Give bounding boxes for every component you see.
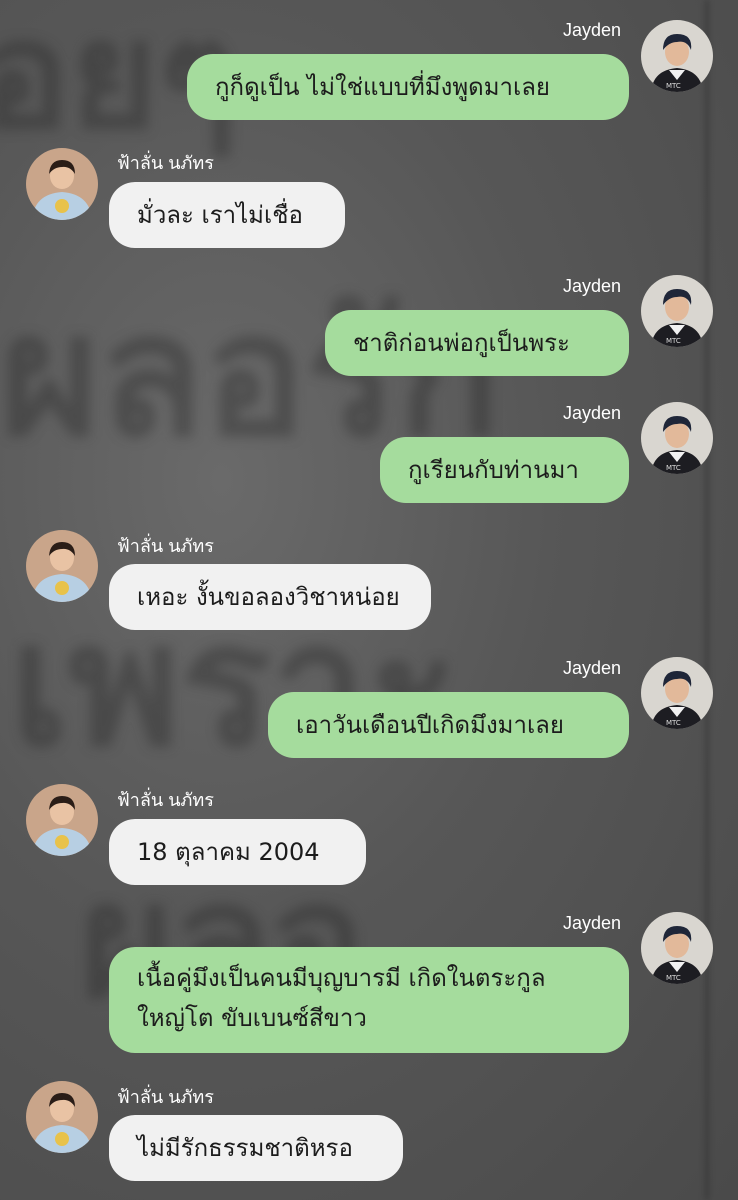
svg-text:MTC: MTC [666,464,681,472]
received-message-bubble[interactable]: มั่วละ เราไม่เชื่อ [109,182,345,248]
jayden-avatar-icon[interactable]: MTC [641,912,713,984]
received-message-bubble[interactable]: 18 ตุลาคม 2004 [109,819,366,885]
sent-message-bubble[interactable]: ชาติก่อนพ่อกูเป็นพระ [325,310,629,376]
sender-name: ฟ้าลั่น นภัทร [117,1087,214,1107]
jayden-avatar-icon[interactable]: MTC [641,402,713,474]
sent-message-bubble[interactable]: กูเรียนกับท่านมา [380,437,629,503]
sender-name: Jayden [562,20,621,40]
sent-message-bubble[interactable]: เอาวันเดือนปีเกิดมึงมาเลย [268,692,629,758]
falan-avatar-icon[interactable] [26,148,98,220]
sender-name: ฟ้าลั่น นภัทร [117,536,214,556]
sent-message-bubble[interactable]: เนื้อคู่มึงเป็นคนมีบุญบารมี เกิดในตระกูล… [109,947,629,1053]
jayden-avatar-icon[interactable]: MTC [641,657,713,729]
falan-avatar-icon[interactable] [26,784,98,856]
jayden-avatar-icon[interactable]: MTC [641,20,713,92]
jayden-avatar-icon[interactable]: MTC [641,275,713,347]
message-line: ใหญ่โต ขับเบนซ์สีขาว [137,1004,367,1032]
svg-text:MTC: MTC [666,337,681,345]
sender-name: ฟ้าลั่น นภัทร [117,153,214,173]
sender-name: Jayden [562,276,621,296]
svg-text:MTC: MTC [666,82,681,90]
sender-name: Jayden [562,658,621,678]
falan-avatar-icon[interactable] [26,530,98,602]
received-message-bubble[interactable]: เหอะ งั้นขอลองวิชาหน่อย [109,564,431,630]
falan-avatar-icon[interactable] [26,1081,98,1153]
background-streak [705,0,709,1200]
received-message-bubble[interactable]: ไม่มีรักธรรมชาติหรอ [109,1115,403,1181]
svg-text:MTC: MTC [666,719,681,727]
sender-name: ฟ้าลั่น นภัทร [117,790,214,810]
sender-name: Jayden [562,913,621,933]
sent-message-bubble[interactable]: กูก็ดูเป็น ไม่ใช่แบบที่มึงพูดมาเลย [187,54,629,120]
message-line: เนื้อคู่มึงเป็นคนมีบุญบารมี เกิดในตระกูล [137,964,546,992]
svg-text:MTC: MTC [666,974,681,982]
sender-name: Jayden [562,403,621,423]
